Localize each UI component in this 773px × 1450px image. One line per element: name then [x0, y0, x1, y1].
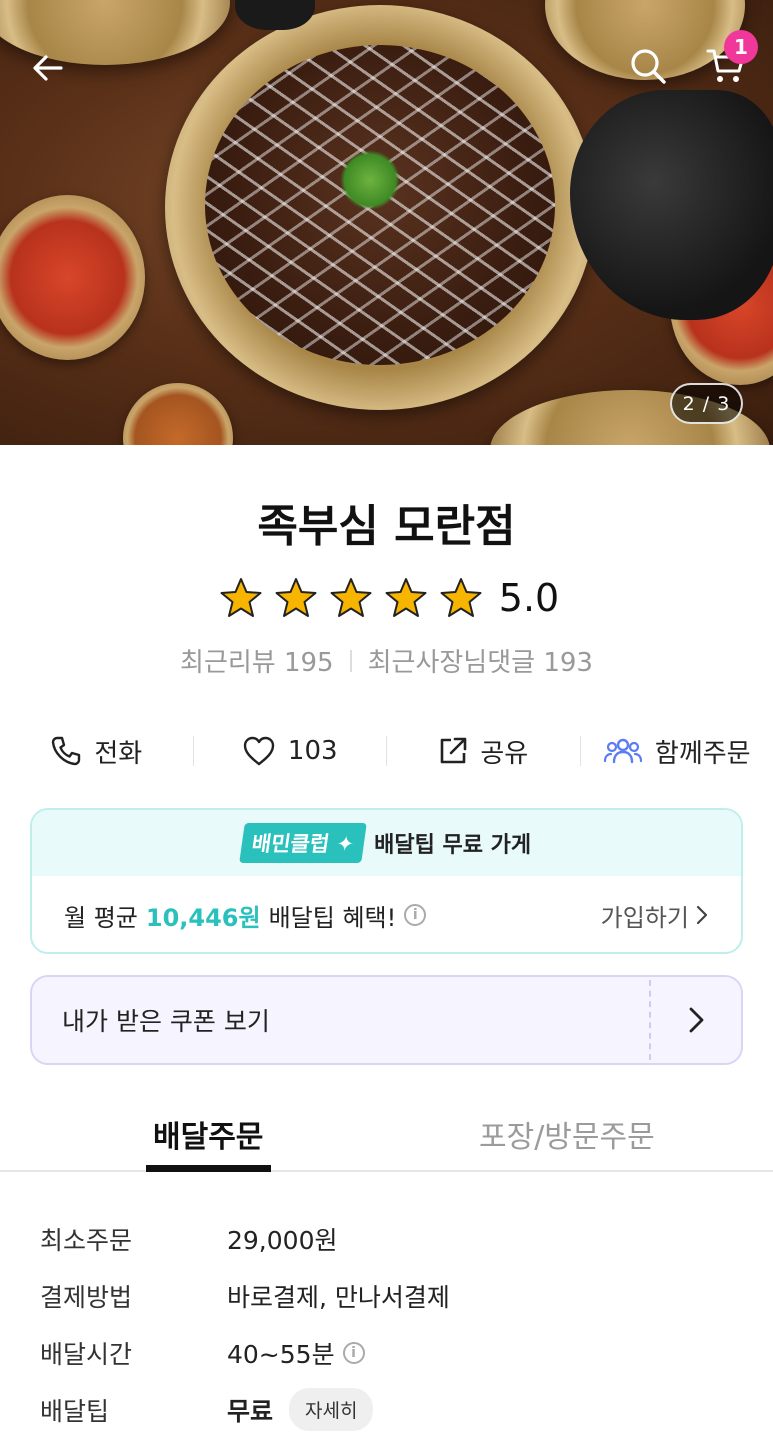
club-badge: 배민클럽 ✦	[239, 823, 367, 863]
sauce-dish	[123, 383, 233, 445]
review-counts: 최근리뷰 195 최근사장님댓글 193	[0, 642, 773, 679]
cart-count-badge: 1	[724, 30, 758, 64]
join-label: 가입하기	[600, 903, 689, 932]
call-button[interactable]: 전화	[0, 720, 193, 782]
club-benefit: 월 평균 10,446원 배달팁 혜택! i 가입하기	[32, 876, 741, 952]
coupon-arrow[interactable]	[651, 1006, 741, 1034]
delivery-time-value-wrap: 40~55분 i	[227, 1335, 365, 1371]
share-label: 공유	[480, 738, 529, 769]
min-order-label: 최소주문	[40, 1225, 133, 1255]
club-join-link[interactable]: 가입하기	[601, 898, 709, 933]
search-button[interactable]	[620, 38, 676, 94]
group-order-label: 함께주문	[654, 738, 751, 769]
tab-pickup[interactable]: 포장/방문주문	[413, 1098, 773, 1170]
recent-reviews-link[interactable]: 최근리뷰 195	[180, 642, 334, 679]
search-icon	[631, 49, 666, 84]
star-icon	[220, 578, 262, 617]
payment-value: 바로결제, 만나서결제	[227, 1282, 450, 1312]
delivery-time-label: 배달시간	[40, 1339, 133, 1369]
active-tab-indicator	[146, 1165, 271, 1172]
delivery-time-row: 배달시간 40~55분 i	[40, 1324, 740, 1381]
heart-icon	[243, 736, 275, 766]
image-pager: 2 / 3	[670, 383, 743, 424]
club-headline: 배달팁 무료 가게	[374, 833, 532, 858]
payment-label: 결제방법	[40, 1282, 133, 1312]
benefit-suffix: 배달팁 혜택!	[268, 903, 397, 932]
order-tabs: 배달주문 포장/방문주문	[0, 1098, 773, 1172]
call-label: 전화	[94, 738, 143, 769]
chevron-right-icon	[689, 1007, 704, 1033]
store-name: 족부심 모란점	[257, 501, 516, 552]
benefit-prefix: 월 평균	[64, 903, 138, 932]
info-icon[interactable]: i	[404, 904, 427, 926]
delivery-info: 최소주문 29,000원 결제방법 바로결제, 만나서결제 배달시간 40~55…	[40, 1210, 740, 1438]
chevron-right-icon	[696, 905, 708, 925]
tab-pickup-label: 포장/방문주문	[479, 1120, 655, 1155]
min-order-row: 최소주문 29,000원	[40, 1210, 740, 1267]
tab-delivery[interactable]: 배달주문	[0, 1098, 413, 1172]
green-onion-garnish	[340, 150, 400, 210]
payment-row: 결제방법 바로결제, 만나서결제	[40, 1267, 740, 1324]
divider	[349, 649, 352, 672]
tip-detail-button[interactable]: 자세히	[289, 1388, 374, 1431]
kimchi-dish	[0, 195, 145, 360]
coupon-banner[interactable]: 내가 받은 쿠폰 보기	[30, 975, 743, 1065]
owner-replies-link[interactable]: 최근사장님댓글 193	[368, 642, 593, 679]
delivery-tip-value: 무료	[227, 1396, 274, 1426]
gloved-hand	[570, 90, 773, 320]
rating-row[interactable]: 5.0	[0, 570, 773, 626]
star-icon	[275, 578, 317, 617]
star-icon	[330, 578, 372, 617]
action-bar: 전화 103 공유 함께주문	[0, 720, 773, 782]
group-icon	[603, 738, 643, 764]
back-button[interactable]	[20, 40, 76, 96]
baemin-club-banner[interactable]: 배민클럽 ✦ 배달팁 무료 가게 월 평균 10,446원 배달팁 혜택! i …	[30, 808, 743, 954]
share-button[interactable]: 공유	[387, 720, 580, 782]
star-icon	[385, 578, 427, 617]
like-button[interactable]: 103	[194, 720, 387, 782]
rating-score: 5.0	[498, 576, 560, 620]
delivery-tip-row: 배달팁 무료 자세히	[40, 1381, 740, 1438]
phone-icon	[52, 736, 81, 766]
club-header: 배민클럽 ✦ 배달팁 무료 가게	[32, 810, 741, 876]
group-order-button[interactable]: 함께주문	[581, 720, 773, 782]
tab-delivery-label: 배달주문	[153, 1120, 264, 1155]
delivery-tip-label: 배달팁	[40, 1396, 110, 1426]
back-arrow-icon	[33, 55, 63, 81]
benefit-amount: 10,446원	[145, 903, 261, 932]
like-count: 103	[287, 736, 338, 766]
info-icon[interactable]: i	[342, 1341, 365, 1364]
hero-image[interactable]: 1 2 / 3	[0, 0, 773, 445]
min-order-value: 29,000원	[227, 1225, 338, 1255]
share-icon	[441, 737, 467, 764]
star-icon	[440, 578, 482, 617]
coupon-label: 내가 받은 쿠폰 보기	[62, 1007, 270, 1036]
delivery-tip-value-wrap: 무료 자세히	[227, 1388, 374, 1431]
delivery-time-value: 40~55분	[227, 1339, 335, 1369]
